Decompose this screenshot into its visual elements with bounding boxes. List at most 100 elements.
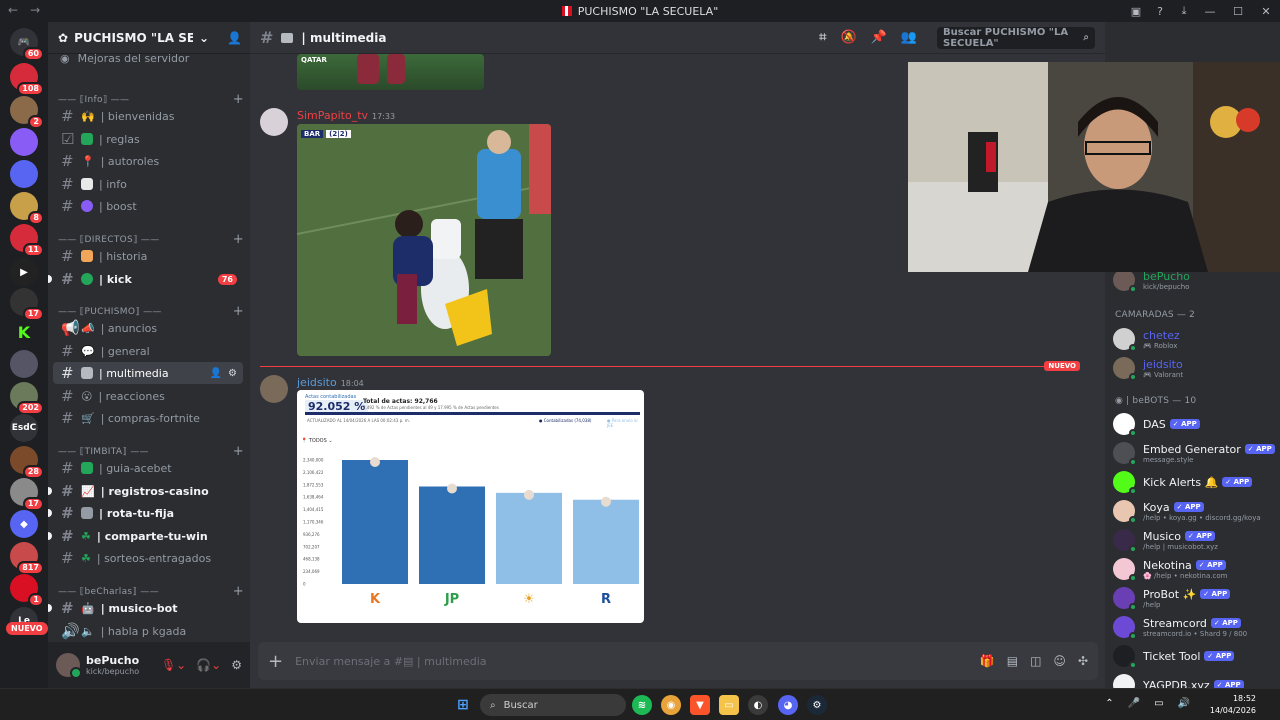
spotify-icon[interactable]: ≋ — [632, 695, 652, 715]
bot-member-item[interactable]: ProBot ✨ ✓ APP/help — [1113, 584, 1278, 612]
sticker-icon[interactable]: ◫ — [1030, 654, 1041, 668]
author-name[interactable]: jeidsito — [297, 376, 337, 389]
server-icon[interactable]: 17 — [10, 288, 44, 321]
server-icon[interactable]: 108 — [10, 63, 44, 96]
search-input[interactable]: Buscar PUCHISMO "LA SECUELA" ⌕ — [937, 26, 1095, 49]
channel-boost[interactable]: # | boost — [53, 195, 243, 217]
server-icon[interactable]: ◆ — [10, 510, 38, 538]
author-name[interactable]: SimPapito_tv — [297, 109, 368, 122]
forward-arrow-icon[interactable]: → — [30, 3, 40, 17]
attach-plus-icon[interactable]: + — [268, 651, 283, 672]
gif-icon[interactable]: ▤ — [1007, 654, 1018, 668]
bot-member-item[interactable]: Ticket Tool ✓ APP — [1113, 642, 1278, 670]
server-icon[interactable] — [10, 128, 38, 156]
channel-compras-fortnite[interactable]: # 🛒 | compras-fortnite — [53, 407, 243, 429]
create-invite-icon[interactable]: 👤 — [210, 368, 222, 379]
start-menu-windows-icon[interactable]: ⊞ — [453, 695, 473, 715]
bot-member-item[interactable]: Kick Alerts 🔔 ✓ APP — [1113, 468, 1278, 496]
channel-reacciones[interactable]: # 😮 | reacciones — [53, 385, 243, 407]
file-explorer-icon[interactable]: ▭ — [719, 695, 739, 715]
server-icon[interactable]: 817 — [10, 542, 44, 575]
pinned-messages-icon[interactable]: 📌 — [871, 30, 887, 45]
network-icon[interactable]: ▭ — [1154, 698, 1163, 709]
channel-reglas[interactable]: ☑ | reglas — [53, 128, 243, 150]
channel-sorteos-entragados[interactable]: # ☘ | sorteos-entragados — [53, 547, 243, 569]
threads-icon[interactable]: ⌗ — [819, 30, 826, 45]
bot-member-item[interactable]: Koya ✓ APP/help • koya.gg • discord.gg/ko… — [1113, 497, 1278, 525]
server-icon[interactable]: 1 — [10, 574, 44, 607]
message-image[interactable]: BAR (2|2) — [297, 124, 551, 356]
server-icon[interactable]: 17 — [10, 478, 44, 511]
app-icon[interactable]: ◐ — [748, 695, 768, 715]
server-icon[interactable]: 8 — [10, 192, 44, 225]
server-icon[interactable]: EsdC — [10, 414, 38, 442]
maximize-icon[interactable]: ☐ — [1224, 5, 1252, 18]
download-icon[interactable]: ⤓ — [1172, 4, 1196, 18]
server-icon[interactable]: K — [10, 318, 38, 346]
direct-messages-button[interactable]: 🎮 60 — [10, 28, 44, 61]
server-icon[interactable] — [10, 160, 38, 188]
member-list-icon[interactable]: 👥 — [901, 30, 917, 45]
channel-general[interactable]: # 💬 | general — [53, 340, 243, 362]
channel-info[interactable]: # | info — [53, 173, 243, 195]
close-icon[interactable]: ✕ — [1252, 5, 1280, 18]
channel-multimedia[interactable]: # | multimedia 👤 ⚙ — [53, 362, 243, 384]
bot-member-item[interactable]: Streamcord ✓ APP streamcord.io • Shard 9 /… — [1113, 613, 1278, 641]
channel-comparte-tu-win[interactable]: # ☘ | comparte-tu-win — [48, 525, 243, 547]
chrome-icon[interactable]: ◉ — [661, 695, 681, 715]
bot-member-item[interactable]: Embed Generator ✓ APP message.style — [1113, 439, 1278, 467]
bot-member-item[interactable]: DAS ✓ APP — [1113, 410, 1278, 438]
deafen-headphones-icon[interactable]: 🎧⌄ — [196, 658, 221, 672]
channel-kick[interactable]: # | kick 76 — [48, 268, 243, 290]
brave-browser-icon[interactable]: ▼ — [690, 695, 710, 715]
user-settings-gear-icon[interactable]: ⚙ — [231, 658, 242, 672]
user-avatar[interactable] — [56, 653, 82, 679]
channel-anuncios[interactable]: 📢 📣 | anuncios — [53, 317, 243, 339]
steam-icon[interactable]: ⚙ — [807, 695, 827, 715]
server-icon[interactable]: 11 — [10, 224, 44, 257]
server-icon[interactable]: ▶ — [10, 258, 38, 286]
volume-icon[interactable]: 🔊 — [1178, 698, 1190, 709]
channel-bienvenidas[interactable]: # 🙌 | bienvenidas — [53, 105, 243, 127]
new-messages-pill[interactable]: NUEVO — [6, 622, 48, 635]
back-arrow-icon[interactable]: ← — [8, 3, 18, 17]
taskbar-clock[interactable]: 18:52 14/04/2026 — [1210, 693, 1256, 717]
message-composer[interactable]: + Enviar mensaje a #▤ | multimedia 🎁 ▤ ◫… — [258, 642, 1098, 680]
channel-historia[interactable]: # | historia — [53, 245, 243, 267]
message-image-election-chart[interactable]: Actas contabilizadas 92.052 % Total de a… — [297, 390, 644, 623]
server-boost-link[interactable]: ◉ Mejoras del servidor — [60, 52, 189, 65]
mute-notifications-icon[interactable]: 🔕 — [840, 30, 856, 45]
author-avatar[interactable] — [260, 375, 288, 403]
channel-musico-bot[interactable]: # 🤖 | musico-bot — [48, 597, 243, 619]
channel-autoroles[interactable]: # 📍 | autoroles — [53, 150, 243, 172]
server-icon[interactable]: 202 — [10, 382, 44, 415]
discord-taskbar-icon[interactable]: ◕ — [778, 695, 798, 715]
inbox-icon[interactable]: ▣ — [1124, 5, 1148, 18]
microphone-icon[interactable]: 🎤 — [1128, 698, 1140, 709]
channel-settings-icon[interactable]: ⚙ — [228, 368, 237, 379]
taskbar-search[interactable]: ⌕ Buscar — [480, 694, 626, 716]
channel-guia-acebet[interactable]: # | guia-acebet — [53, 457, 243, 479]
member-item[interactable]: jeidsito 🎮 Valorant — [1113, 354, 1278, 382]
server-icon[interactable]: 2 — [10, 96, 44, 129]
emoji-icon[interactable]: ☺ — [1053, 654, 1066, 668]
minimize-icon[interactable]: — — [1196, 5, 1224, 18]
bot-member-item[interactable]: Nekotina ✓ APP 🌸 /help • nekotina.com — [1113, 555, 1278, 583]
server-icon[interactable]: 28 — [10, 446, 44, 479]
server-header[interactable]: ✿ PUCHISMO "LA SECUEL... ⌄ 👤 — [48, 22, 250, 54]
channel-registros-casino[interactable]: # 📈 | registros-casino — [48, 480, 243, 502]
help-icon[interactable]: ? — [1148, 5, 1172, 18]
invite-people-icon[interactable]: 👤 — [227, 31, 242, 45]
apps-icon[interactable]: ✣ — [1078, 654, 1088, 668]
tray-chevron-up-icon[interactable]: ⌃ — [1105, 698, 1113, 709]
mute-mic-icon[interactable]: 🎙⌄ — [161, 658, 186, 672]
server-icon[interactable] — [10, 350, 38, 378]
gift-icon[interactable]: 🎁 — [980, 654, 995, 668]
voice-channel-habla[interactable]: 🔊 🔈 | habla p kgada — [53, 620, 243, 642]
message-input[interactable]: Enviar mensaje a #▤ | multimedia — [295, 655, 968, 668]
author-avatar[interactable] — [260, 108, 288, 136]
bot-member-item[interactable]: Musico ✓ APP/help | musicobot.xyz — [1113, 526, 1278, 554]
member-item[interactable]: chetez 🎮 Roblox — [1113, 325, 1278, 353]
message-image[interactable]: QATAR — [297, 54, 484, 90]
channel-rota-tu-fija[interactable]: # | rota-tu-fija — [48, 502, 243, 524]
